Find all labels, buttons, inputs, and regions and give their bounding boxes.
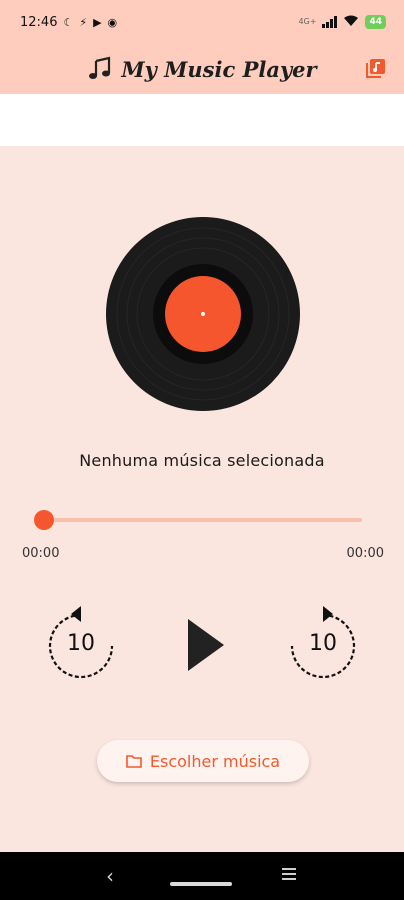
progress-slider[interactable] (32, 508, 362, 532)
battery-icon: 44 (365, 15, 386, 29)
notification-muted-icon: ⚡ (79, 15, 88, 29)
forward-button[interactable]: 10 (286, 603, 360, 681)
rewind-seconds: 10 (67, 631, 95, 656)
choose-music-label: Escolher música (149, 751, 281, 771)
progress-track (42, 518, 362, 522)
app-title-text: My Music Player (121, 56, 317, 82)
vinyl-record (106, 217, 300, 411)
signal-icon (322, 16, 338, 28)
play-button[interactable] (184, 617, 228, 673)
playlist-button[interactable] (362, 54, 390, 82)
music-note-icon (89, 56, 111, 79)
network-type: 4G+ (298, 17, 317, 26)
choose-music-button[interactable]: Escolher música (97, 740, 309, 782)
forward-seconds: 10 (309, 631, 337, 656)
app-header: My Music Player (0, 44, 404, 94)
app-notification-icon: ◉ (107, 15, 118, 29)
status-right: 4G+ 44 (298, 15, 386, 29)
play-icon (188, 619, 224, 671)
playlist-icon (366, 59, 385, 78)
youtube-icon: ▶ (93, 15, 102, 29)
track-title: Nenhuma música selecionada (79, 451, 325, 470)
back-icon[interactable]: ‹ (106, 864, 114, 888)
progress-thumb[interactable] (34, 510, 54, 530)
status-left: 12:46 ☾ ⚡ ▶ ◉ (20, 15, 117, 30)
status-bar: 12:46 ☾ ⚡ ▶ ◉ 4G+ 44 (0, 0, 404, 44)
app-title: My Music Player (87, 56, 317, 82)
total-time: 00:00 (346, 546, 384, 561)
banner-area (0, 94, 404, 146)
status-time: 12:46 (20, 14, 58, 30)
system-navigation-bar: ‹ (0, 852, 404, 900)
current-time: 00:00 (22, 546, 60, 561)
rewind-button[interactable]: 10 (44, 603, 118, 681)
wifi-icon (343, 15, 359, 29)
folder-icon (126, 755, 142, 768)
moon-icon: ☾ (63, 15, 74, 29)
menu-icon[interactable] (282, 868, 296, 883)
home-bar[interactable] (170, 882, 232, 886)
